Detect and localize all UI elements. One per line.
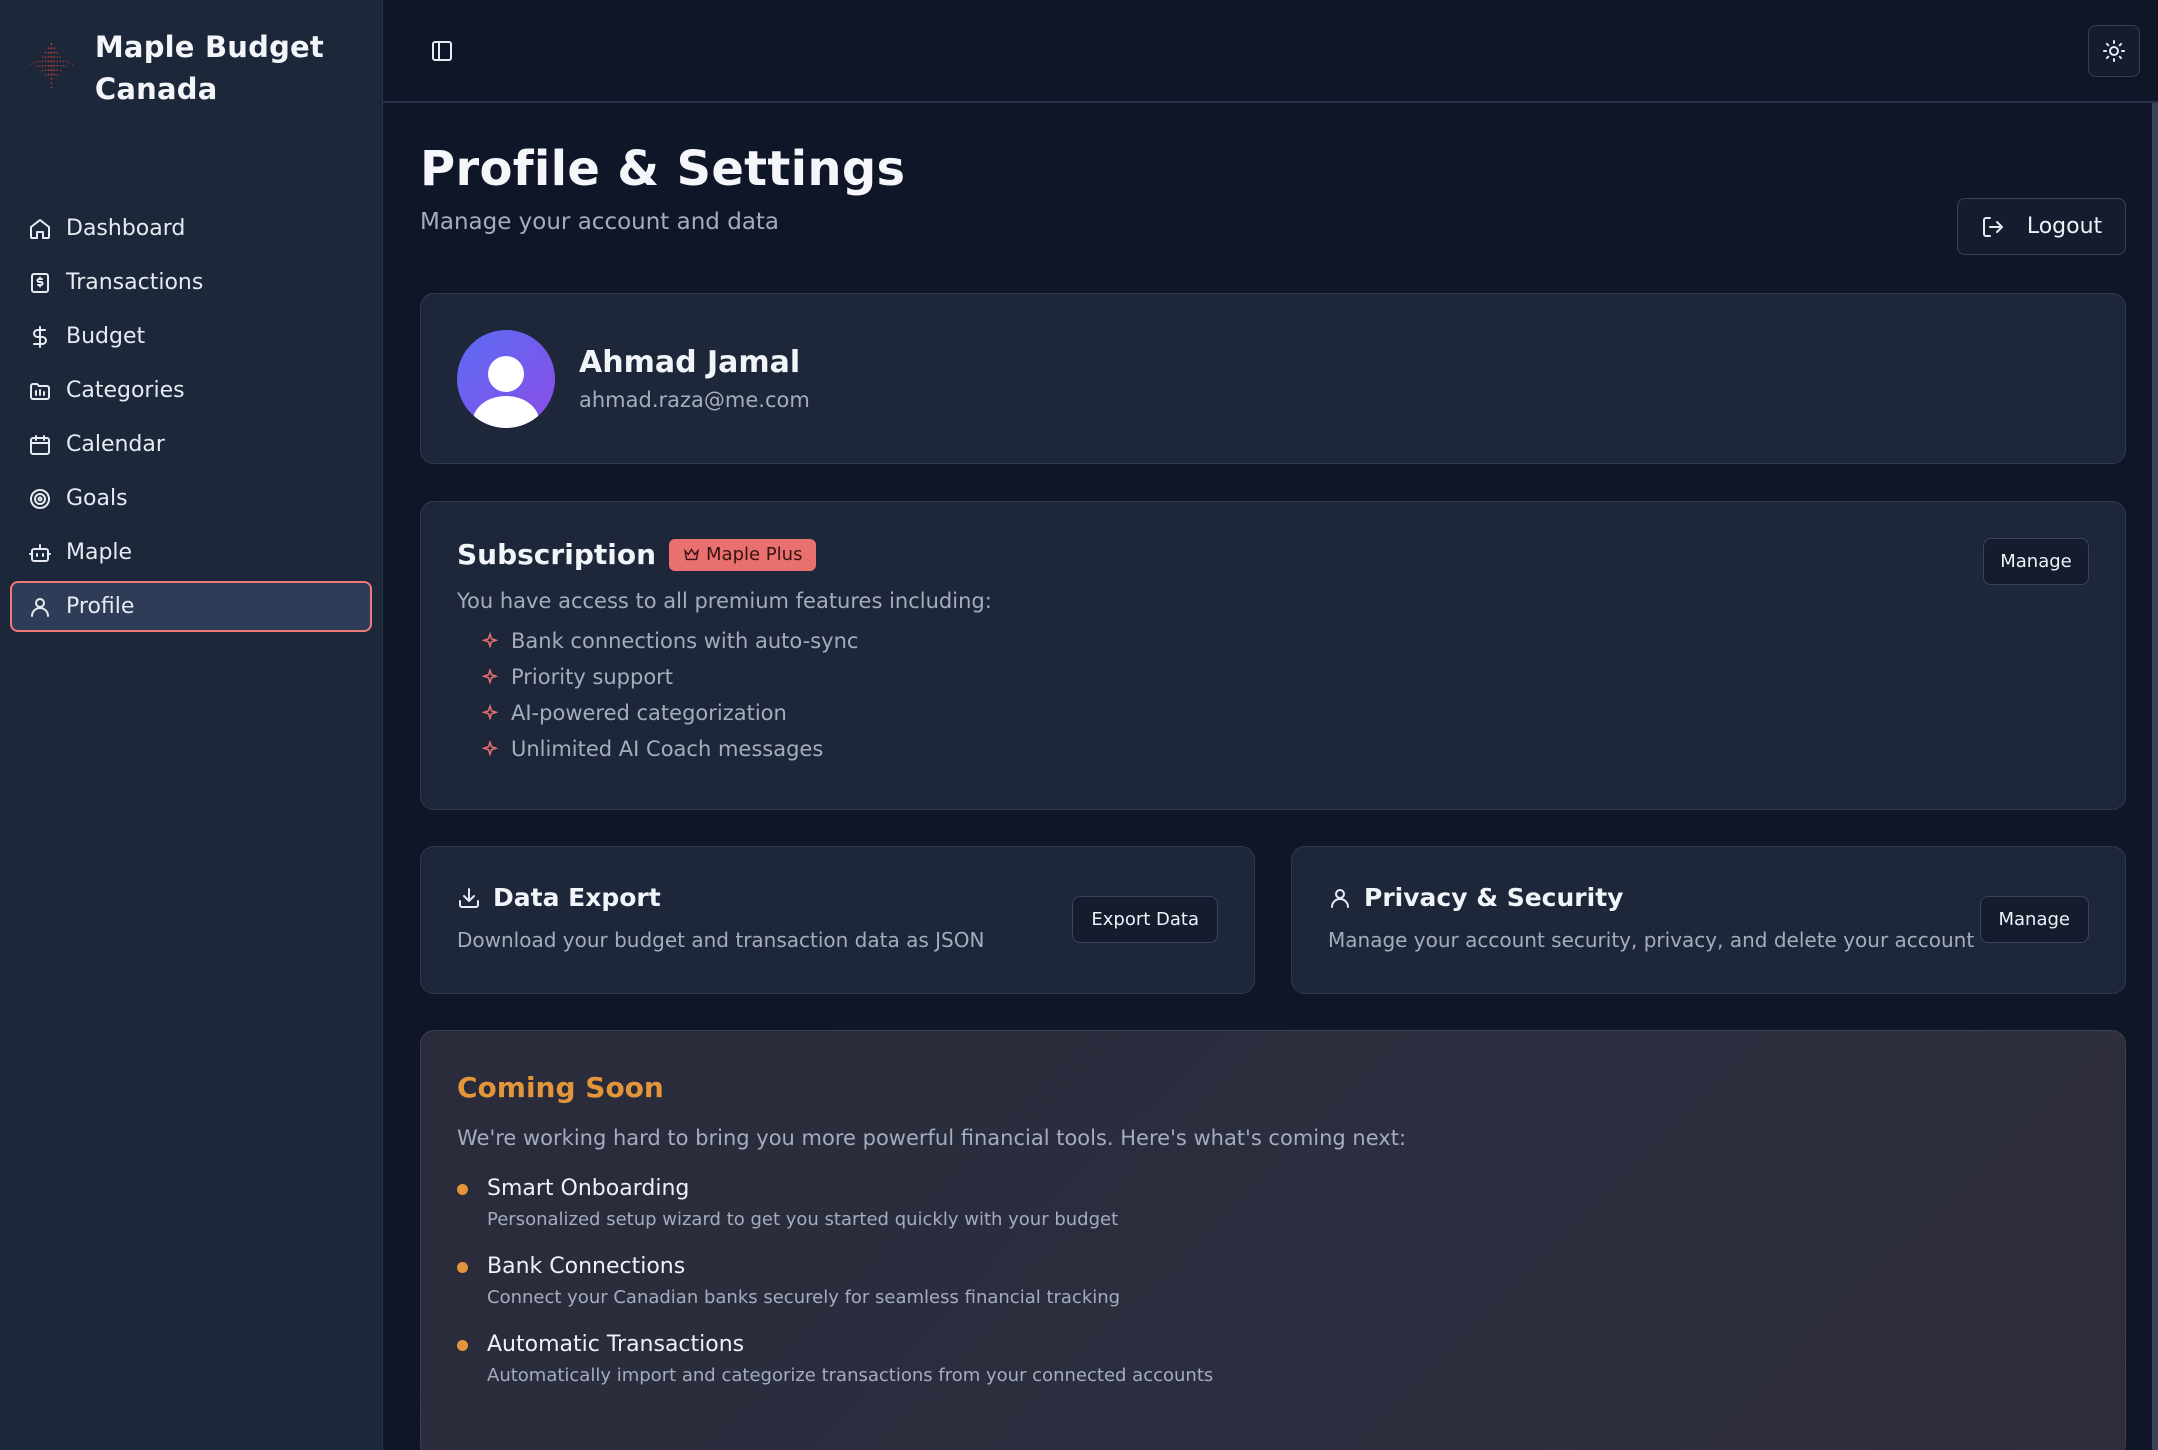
- coming-soon-title: Coming Soon: [457, 1071, 664, 1104]
- page-header: Profile & Settings Manage your account a…: [420, 103, 2126, 255]
- settings-row: Data Export Download your budget and tra…: [420, 846, 2126, 994]
- subscription-card: Subscription Maple Plus Manage You have …: [420, 501, 2126, 810]
- sidebar-item-label: Transactions: [66, 270, 204, 295]
- app-root: Maple Budget Canada Dashboard Transactio…: [0, 0, 2158, 1450]
- folder-icon: [27, 378, 52, 403]
- privacy-card: Privacy & Security Manage your account s…: [1291, 846, 2126, 994]
- feature-text: Bank connections with auto-sync: [511, 629, 859, 653]
- plan-badge: Maple Plus: [669, 538, 817, 571]
- sidebar-item-maple[interactable]: Maple: [10, 527, 372, 578]
- brand-name: Maple Budget Canada: [94, 30, 324, 106]
- feature-item: AI-powered categorization: [481, 695, 2089, 731]
- list-item: Bank Connections Connect your Canadian b…: [457, 1254, 2089, 1308]
- sparkle-icon: [481, 668, 499, 685]
- crown-icon: [684, 548, 699, 561]
- coming-soon-item-desc: Personalized setup wizard to get you sta…: [487, 1209, 1119, 1230]
- sidebar-nav: Dashboard Transactions Budget Categories…: [0, 203, 382, 632]
- coming-soon-item-desc: Connect your Canadian banks securely for…: [487, 1287, 1121, 1308]
- feature-item: Priority support: [481, 659, 2089, 695]
- sparkle-icon: [481, 704, 499, 721]
- profile-name: Ahmad Jamal: [579, 345, 801, 380]
- page-subtitle: Manage your account and data: [420, 209, 780, 235]
- list-item: Smart Onboarding Personalized setup wiza…: [457, 1176, 2089, 1230]
- sidebar-item-label: Categories: [66, 378, 185, 403]
- sidebar-item-label: Calendar: [66, 432, 165, 457]
- sidebar-item-dashboard[interactable]: Dashboard: [10, 203, 372, 254]
- subscription-title: Subscription: [457, 538, 657, 571]
- feature-text: Unlimited AI Coach messages: [511, 737, 824, 761]
- logout-label: Logout: [2026, 214, 2103, 239]
- dollar-icon: [27, 324, 52, 349]
- sidebar-item-label: Profile: [66, 594, 135, 619]
- sun-icon: [2103, 39, 2125, 62]
- sidebar-item-label: Dashboard: [66, 216, 186, 241]
- sidebar-item-budget[interactable]: Budget: [10, 311, 372, 362]
- sparkle-icon: [481, 740, 499, 757]
- bullet-dot: [457, 1262, 468, 1273]
- privacy-description: Manage your account security, privacy, a…: [1328, 928, 1975, 952]
- logout-icon: [1982, 216, 2003, 237]
- profile-card: Ahmad Jamal ahmad.raza@me.com: [420, 293, 2126, 464]
- subscription-manage-button[interactable]: Manage: [1983, 538, 2089, 585]
- sparkle-icon: [481, 632, 499, 649]
- feature-text: AI-powered categorization: [511, 701, 787, 725]
- profile-email: ahmad.raza@me.com: [579, 388, 810, 412]
- export-data-button[interactable]: Export Data: [1072, 896, 1218, 943]
- scrollbar[interactable]: [2152, 103, 2158, 1450]
- coming-soon-description: We're working hard to bring you more pow…: [457, 1126, 1407, 1150]
- sidebar-item-transactions[interactable]: Transactions: [10, 257, 372, 308]
- bullet-dot: [457, 1340, 468, 1351]
- calendar-icon: [27, 432, 52, 457]
- maple-leaf-icon: [29, 42, 74, 89]
- target-icon: [27, 486, 52, 511]
- theme-toggle-button[interactable]: [2088, 24, 2140, 77]
- sidebar: Maple Budget Canada Dashboard Transactio…: [0, 0, 383, 1450]
- topbar: [383, 0, 2158, 103]
- page-title: Profile & Settings: [420, 141, 906, 197]
- main-area: Profile & Settings Manage your account a…: [383, 0, 2158, 1450]
- avatar: [457, 329, 555, 428]
- subscription-description: You have access to all premium features …: [457, 589, 992, 613]
- coming-soon-list: Smart Onboarding Personalized setup wiza…: [457, 1176, 2089, 1386]
- page-content: Profile & Settings Manage your account a…: [420, 103, 2126, 1450]
- sidebar-item-calendar[interactable]: Calendar: [10, 419, 372, 470]
- sidebar-item-goals[interactable]: Goals: [10, 473, 372, 524]
- privacy-title: Privacy & Security: [1364, 883, 1624, 912]
- bot-icon: [27, 540, 52, 565]
- feature-item: Bank connections with auto-sync: [481, 623, 2089, 659]
- privacy-manage-button[interactable]: Manage: [1979, 896, 2089, 943]
- feature-list: Bank connections with auto-sync Priority…: [457, 623, 2089, 767]
- sidebar-toggle-icon: [432, 40, 452, 61]
- coming-soon-item-title: Smart Onboarding: [487, 1176, 690, 1201]
- plan-badge-label: Maple Plus: [706, 544, 803, 565]
- bullet-dot: [457, 1184, 468, 1195]
- feature-text: Priority support: [511, 665, 674, 689]
- data-export-title: Data Export: [493, 883, 661, 912]
- sidebar-item-label: Budget: [66, 324, 146, 349]
- brand[interactable]: Maple Budget Canada: [0, 0, 382, 110]
- user-icon: [27, 594, 52, 619]
- user-icon: [1331, 888, 1349, 908]
- sidebar-item-label: Goals: [66, 486, 128, 511]
- data-export-card: Data Export Download your budget and tra…: [420, 846, 1255, 994]
- coming-soon-card: Coming Soon We're working hard to bring …: [420, 1030, 2126, 1450]
- sidebar-item-label: Maple: [66, 540, 133, 565]
- logout-button[interactable]: Logout: [1957, 198, 2126, 255]
- sidebar-toggle-button[interactable]: [416, 25, 468, 77]
- coming-soon-item-title: Bank Connections: [487, 1254, 686, 1279]
- sidebar-item-categories[interactable]: Categories: [10, 365, 372, 416]
- home-icon: [27, 216, 52, 241]
- feature-item: Unlimited AI Coach messages: [481, 731, 2089, 767]
- sidebar-item-profile[interactable]: Profile: [10, 581, 372, 632]
- list-item: Automatic Transactions Automatically imp…: [457, 1332, 2089, 1386]
- receipt-icon: [27, 270, 52, 295]
- download-icon: [459, 887, 479, 908]
- coming-soon-item-desc: Automatically import and categorize tran…: [487, 1365, 1214, 1386]
- coming-soon-item-title: Automatic Transactions: [487, 1332, 745, 1357]
